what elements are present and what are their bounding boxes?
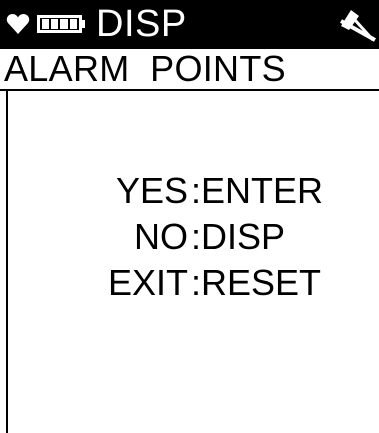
section-header: ALARM POINTS [0,49,379,91]
page-title: DISP [96,3,187,45]
antenna-icon [340,10,376,42]
menu-key-no: NO [134,216,188,257]
confirm-menu: YES :ENTER NO :DISP EXIT :RESET [76,168,336,306]
battery-icon [37,15,85,33]
menu-item-yes[interactable]: YES :ENTER [76,168,336,214]
menu-key-exit: EXIT [107,262,188,303]
menu-item-no[interactable]: NO :DISP [76,214,336,260]
menu-key-yes: YES [115,170,188,211]
menu-action-enter: :ENTER [191,170,324,211]
menu-action-reset: :RESET [191,262,322,303]
menu-action-disp: :DISP [191,216,286,257]
device-screen: DISP ALARM POINTS YES :ENTER NO :DISP EX… [0,0,379,433]
menu-item-exit[interactable]: EXIT :RESET [76,260,336,306]
screen-left-border [6,90,8,433]
heart-icon [6,14,30,34]
section-title: ALARM POINTS [4,48,286,89]
title-bar: DISP [0,0,379,49]
